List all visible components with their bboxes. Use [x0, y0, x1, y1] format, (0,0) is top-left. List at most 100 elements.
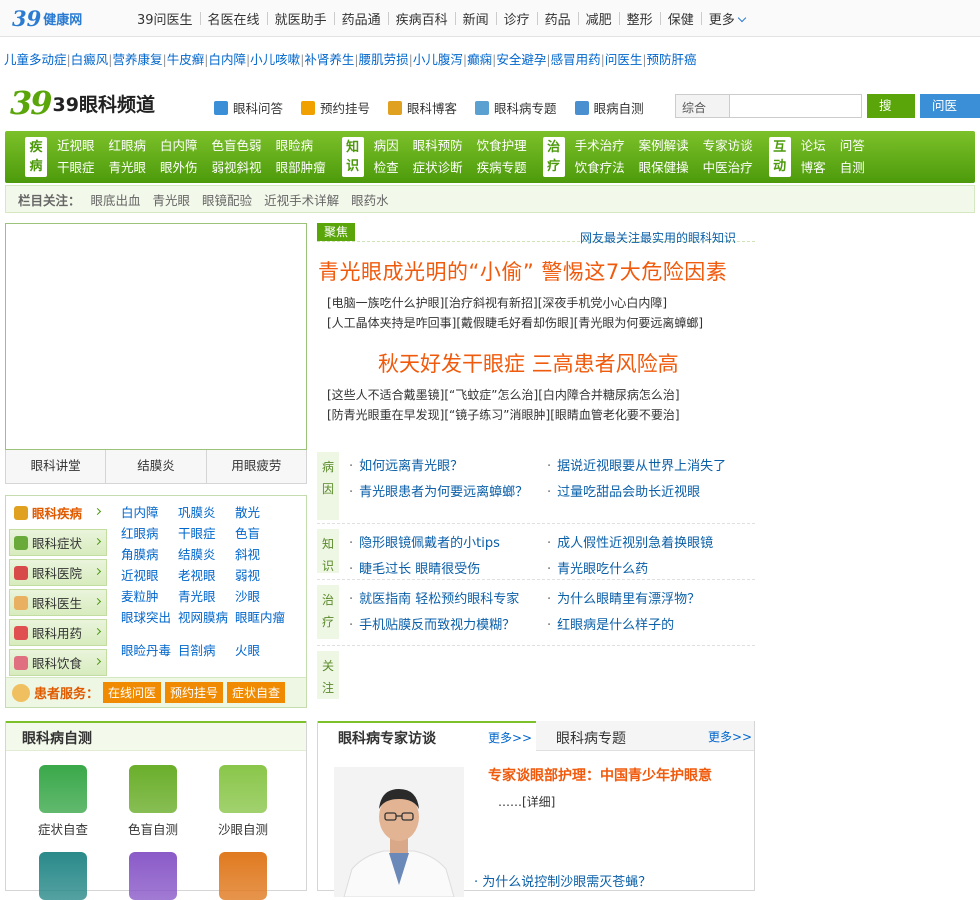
- channel-logo[interactable]: 39 39眼科频道: [10, 84, 155, 122]
- topics-more-link[interactable]: 更多>>: [708, 728, 752, 745]
- hot-link[interactable]: 补肾养生: [304, 52, 354, 67]
- qa-link[interactable]: 就医指南 轻松预约眼科专家: [349, 588, 519, 607]
- nav-badge[interactable]: 知识: [341, 137, 364, 177]
- disease-link[interactable]: 眼睑丹毒: [121, 642, 178, 660]
- disease-link[interactable]: 结膜炎: [178, 546, 235, 564]
- nav-link[interactable]: 近视眼: [57, 135, 95, 157]
- nav-link[interactable]: 弱视斜视: [212, 157, 262, 179]
- image-tab[interactable]: 结膜炎: [106, 450, 207, 483]
- quick-nav-1[interactable]: 预约挂号: [301, 98, 370, 117]
- disease-link[interactable]: 巩膜炎: [178, 504, 235, 522]
- sub-bar-link[interactable]: 近视手术详解: [264, 190, 339, 209]
- qa-link[interactable]: 红眼病是什么样子的: [547, 614, 674, 633]
- nav-link[interactable]: 干眼症: [57, 157, 95, 179]
- image-tab[interactable]: 眼科讲堂: [6, 450, 107, 483]
- category-item[interactable]: 眼科用药: [9, 619, 107, 646]
- nav-link[interactable]: 眼外伤: [160, 157, 198, 179]
- focus-link[interactable]: [防青光眼重在早发现]: [327, 408, 444, 422]
- nav-link[interactable]: 眼睑病: [276, 135, 326, 157]
- disease-link[interactable]: 干眼症: [178, 525, 235, 543]
- qa-link[interactable]: 手机贴膜反而致视力模糊？: [349, 614, 515, 633]
- hot-link[interactable]: 预防肝癌: [647, 52, 697, 67]
- disease-link[interactable]: 红眼病: [121, 525, 178, 543]
- nav-link[interactable]: 色盲色弱: [212, 135, 262, 157]
- nav-badge[interactable]: 疾病: [25, 137, 47, 177]
- expert-more-link[interactable]: 更多>>: [488, 729, 532, 746]
- focus-link[interactable]: [人工晶体夹持是咋回事]: [327, 316, 456, 330]
- nav-link[interactable]: 问答: [840, 135, 865, 157]
- search-category-select[interactable]: 综合: [675, 94, 730, 118]
- top-nav-item[interactable]: 整形: [620, 9, 660, 28]
- focus-link[interactable]: [“镜子练习”消眼肿]: [444, 408, 550, 422]
- focus-link[interactable]: [眼睛血管老化要不要治]: [550, 408, 679, 422]
- hot-link[interactable]: 癫痫: [467, 52, 492, 67]
- nav-link[interactable]: 眼部肿瘤: [276, 157, 326, 179]
- self-test-item[interactable]: [18, 852, 108, 900]
- nav-link[interactable]: 饮食护理: [477, 135, 527, 157]
- self-test-item[interactable]: 症状自查: [18, 765, 108, 838]
- qa-link[interactable]: 过量吃甜品会助长近视眼: [547, 481, 700, 500]
- nav-link[interactable]: 中医治疗: [703, 157, 753, 179]
- hot-link[interactable]: 儿童多动症: [4, 52, 67, 67]
- disease-link[interactable]: 视网膜病: [178, 609, 235, 627]
- disease-link[interactable]: 眼眶内瘤: [235, 609, 292, 627]
- expert-article-title[interactable]: 专家谈眼部护理：中国青少年护眼意: [488, 765, 712, 785]
- service-button[interactable]: 症状自查: [227, 682, 286, 703]
- self-test-item[interactable]: 沙眼自测: [198, 765, 288, 838]
- nav-link[interactable]: 青光眼: [109, 157, 147, 179]
- nav-link[interactable]: 症状诊断: [413, 157, 463, 179]
- self-test-item[interactable]: [198, 852, 288, 900]
- category-item[interactable]: 眼科症状: [9, 529, 107, 556]
- hot-link[interactable]: 问医生: [605, 52, 643, 67]
- disease-link[interactable]: 火眼: [235, 642, 292, 660]
- disease-link[interactable]: 麦粒肿: [121, 588, 178, 606]
- sub-bar-link[interactable]: 眼底出血: [91, 190, 141, 209]
- self-test-item[interactable]: [108, 852, 198, 900]
- top-nav-item[interactable]: 疾病百科: [389, 9, 455, 28]
- quick-nav-3[interactable]: 眼科病专题: [475, 98, 557, 117]
- top-nav-item[interactable]: 新闻: [456, 9, 496, 28]
- focus-link[interactable]: [“飞蚊症”怎么治]: [444, 388, 538, 402]
- disease-link[interactable]: 沙眼: [235, 588, 292, 606]
- nav-link[interactable]: 案例解读: [639, 135, 689, 157]
- hot-link[interactable]: 小儿咳嗽: [250, 52, 300, 67]
- nav-link[interactable]: 眼保健操: [639, 157, 689, 179]
- headline-2[interactable]: 秋天好发干眼症 三高患者风险高: [378, 348, 679, 378]
- nav-link[interactable]: 病因: [374, 135, 399, 157]
- qa-link[interactable]: 青光眼患者为何要远离蟑螂？: [349, 481, 528, 500]
- category-item[interactable]: 眼科疾病: [9, 499, 107, 526]
- expert-photo[interactable]: [334, 767, 464, 897]
- disease-link[interactable]: 斜视: [235, 546, 292, 564]
- featured-image[interactable]: [5, 223, 307, 450]
- focus-link[interactable]: [白内障合并糖尿病怎么治]: [538, 388, 679, 402]
- quick-nav-2[interactable]: 眼科博客: [388, 98, 457, 117]
- disease-link[interactable]: 白内障: [121, 504, 178, 522]
- top-nav-item[interactable]: 39问医生: [130, 9, 200, 28]
- hot-link[interactable]: 感冒用药: [551, 52, 601, 67]
- nav-link[interactable]: 自测: [840, 157, 865, 179]
- nav-link[interactable]: 饮食疗法: [575, 157, 625, 179]
- focus-link[interactable]: [戴假睫毛好看却伤眼]: [456, 316, 573, 330]
- nav-badge[interactable]: 治疗: [542, 137, 565, 177]
- focus-link[interactable]: [电脑一族吃什么护眼]: [327, 296, 444, 310]
- qa-link[interactable]: 如何远离青光眼？: [349, 455, 463, 474]
- service-button[interactable]: 在线问医: [103, 682, 162, 703]
- headline-1[interactable]: 青光眼成光明的“小偷” 警惕这7大危险因素: [318, 256, 727, 286]
- top-nav-item[interactable]: 药品通: [335, 9, 388, 28]
- hot-link[interactable]: 小儿腹泻: [413, 52, 463, 67]
- site-logo[interactable]: 39 健康网: [12, 0, 130, 37]
- nav-link[interactable]: 疾病专题: [477, 157, 527, 179]
- hot-link[interactable]: 营养康复: [112, 52, 162, 67]
- nav-link[interactable]: 论坛: [801, 135, 826, 157]
- nav-link[interactable]: 红眼病: [109, 135, 147, 157]
- disease-link[interactable]: 目劄病: [178, 642, 235, 660]
- hot-link[interactable]: 腰肌劳损: [359, 52, 409, 67]
- self-test-item[interactable]: 色盲自测: [108, 765, 198, 838]
- expert-related-link[interactable]: · 为什么说控制沙眼需灭苍蝇？: [474, 871, 651, 890]
- disease-link[interactable]: 青光眼: [178, 588, 235, 606]
- qa-link[interactable]: 据说近视眼要从世界上消失了: [547, 455, 726, 474]
- nav-link[interactable]: 检查: [374, 157, 399, 179]
- hot-link[interactable]: 白内障: [208, 52, 246, 67]
- category-item[interactable]: 眼科饮食: [9, 649, 107, 676]
- category-item[interactable]: 眼科医院: [9, 559, 107, 586]
